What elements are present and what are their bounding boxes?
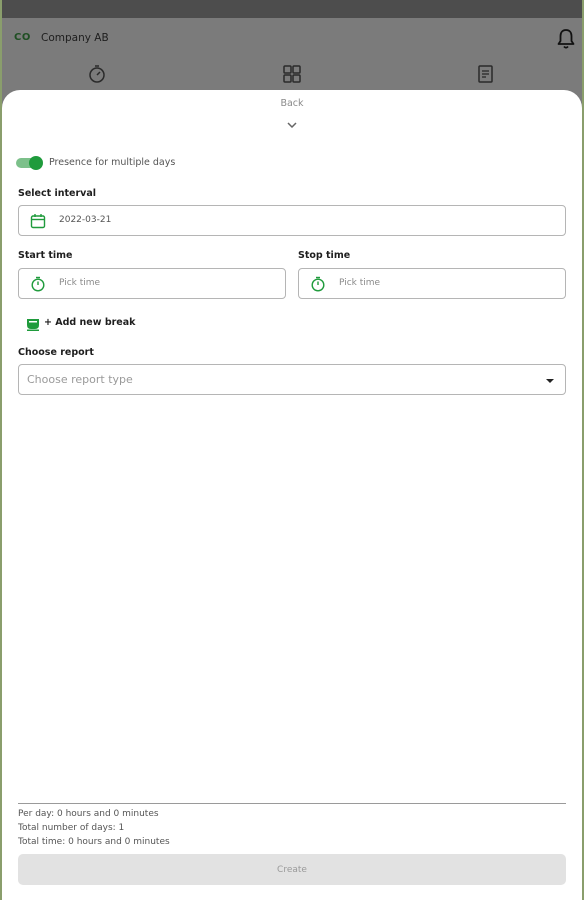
create-button-label: Create xyxy=(277,864,307,875)
report-type-select[interactable]: Choose report type xyxy=(18,364,566,395)
stopwatch-icon xyxy=(311,276,325,292)
grid-icon[interactable] xyxy=(282,64,302,84)
choose-report-label: Choose report xyxy=(18,347,94,358)
summary-divider xyxy=(18,803,566,804)
start-time-placeholder: Pick time xyxy=(59,278,101,288)
calendar-icon xyxy=(30,214,46,229)
presence-toggle[interactable] xyxy=(16,156,43,170)
stop-time-field[interactable]: Pick time xyxy=(298,268,566,299)
company-name[interactable]: Company AB xyxy=(41,32,109,44)
summary-per-day: Per day: 0 hours and 0 minutes xyxy=(18,809,159,819)
interval-value: 2022-03-21 xyxy=(59,215,112,225)
stop-time-label: Stop time xyxy=(298,250,351,261)
summary-total-days: Total number of days: 1 xyxy=(18,823,125,833)
start-time-label: Start time xyxy=(18,250,73,261)
status-bar xyxy=(2,0,582,18)
coffee-cup-icon xyxy=(27,319,39,331)
toggle-thumb xyxy=(29,156,43,170)
stopwatch-icon[interactable] xyxy=(87,64,107,84)
create-button[interactable]: Create xyxy=(18,854,566,885)
bell-icon[interactable] xyxy=(556,28,576,50)
interval-field[interactable]: 2022-03-21 xyxy=(18,205,566,236)
bottom-sheet: Back Presence for multiple days Select i… xyxy=(2,90,582,900)
dropdown-caret-icon xyxy=(546,379,554,383)
company-avatar[interactable]: CO xyxy=(14,32,36,46)
chevron-down-icon[interactable] xyxy=(285,120,299,130)
select-interval-label: Select interval xyxy=(18,188,97,199)
report-type-placeholder: Choose report type xyxy=(27,373,133,386)
report-icon[interactable] xyxy=(476,64,496,84)
start-time-field[interactable]: Pick time xyxy=(18,268,286,299)
back-label[interactable]: Back xyxy=(2,98,582,109)
stopwatch-icon xyxy=(31,276,45,292)
app-window: CO Company AB Back Presence for multiple… xyxy=(2,0,582,900)
add-break-label: + Add new break xyxy=(44,317,136,328)
stop-time-placeholder: Pick time xyxy=(339,278,381,288)
app-header: CO Company AB xyxy=(2,18,582,98)
presence-toggle-label: Presence for multiple days xyxy=(49,157,176,168)
summary-total-time: Total time: 0 hours and 0 minutes xyxy=(18,837,170,847)
